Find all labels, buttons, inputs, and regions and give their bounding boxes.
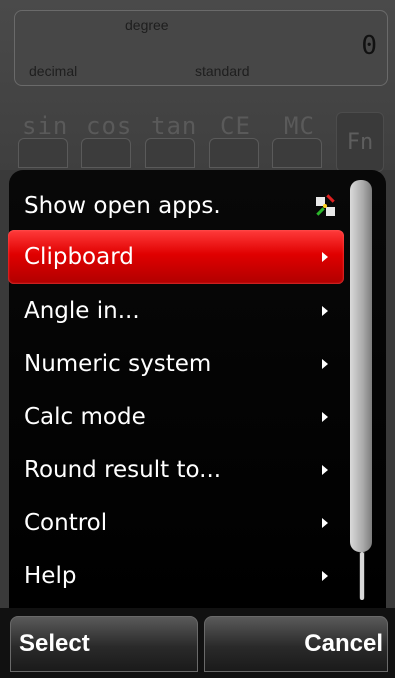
chevron-right-icon — [322, 412, 328, 422]
menu-item-numeric-system[interactable]: Numeric system — [8, 337, 344, 391]
key-ce: CE — [220, 112, 251, 140]
key-button — [145, 138, 195, 168]
open-apps-icon — [314, 194, 336, 217]
fn-button: Fn — [336, 112, 384, 172]
key-mc: MC — [284, 112, 315, 140]
menu-item-label: Calc mode — [24, 404, 146, 430]
key-button — [209, 138, 259, 168]
menu-item-show-open-apps[interactable]: Show open apps. — [8, 179, 344, 233]
calc-mode-label: standard — [195, 63, 250, 79]
key-button — [81, 138, 131, 168]
key-button — [272, 138, 322, 168]
key-cos: cos — [86, 112, 133, 140]
chevron-right-icon — [322, 518, 328, 528]
key-button — [18, 138, 68, 168]
menu-item-clipboard[interactable]: Clipboard — [8, 230, 344, 284]
key-sin: sin — [22, 112, 69, 140]
calculator-display: degree decimal standard 0 — [14, 10, 388, 86]
chevron-right-icon — [322, 465, 328, 475]
menu-item-calc-mode[interactable]: Calc mode — [8, 390, 344, 444]
menu-item-angle-in[interactable]: Angle in... — [8, 284, 344, 338]
menu-item-control[interactable]: Control — [8, 496, 344, 550]
chevron-right-icon — [322, 306, 328, 316]
cancel-softkey[interactable]: Cancel — [204, 616, 388, 672]
menu-item-label: Show open apps. — [24, 193, 221, 219]
display-value: 0 — [361, 31, 377, 61]
menu-item-label: Control — [24, 510, 108, 536]
select-softkey[interactable]: Select — [10, 616, 198, 672]
menu-item-label: Numeric system — [24, 351, 212, 377]
menu-item-label: Clipboard — [24, 244, 134, 270]
chevron-right-icon — [322, 252, 328, 262]
menu-item-help[interactable]: Help — [8, 549, 344, 603]
menu-item-label: Angle in... — [24, 298, 140, 324]
menu-item-label: Help — [24, 563, 77, 589]
chevron-right-icon — [322, 359, 328, 369]
key-tan: tan — [151, 112, 198, 140]
angle-mode-label: degree — [125, 17, 169, 33]
menu-scrollbar-tail — [360, 552, 364, 600]
menu-item-round-result[interactable]: Round result to... — [8, 443, 344, 497]
numeric-system-label: decimal — [29, 63, 78, 79]
menu-scrollbar-thumb[interactable] — [350, 180, 372, 552]
menu-item-label: Round result to... — [24, 457, 222, 483]
chevron-right-icon — [322, 571, 328, 581]
